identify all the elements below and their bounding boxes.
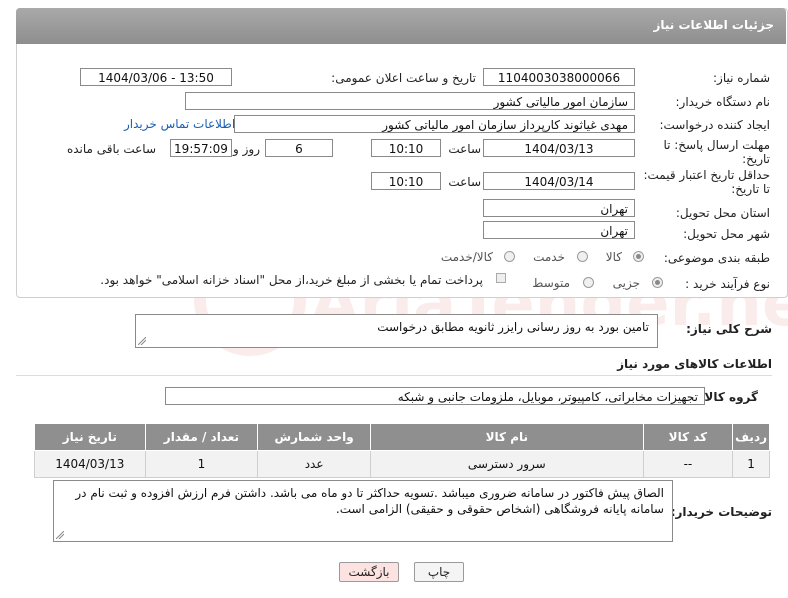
- buyer-notes-label: توضیحات خریدار:: [670, 505, 772, 519]
- buyer-contact-link[interactable]: اطلاعات تماس خریدار: [124, 117, 235, 131]
- deadline-time-label: ساعت: [448, 142, 481, 156]
- creator-field[interactable]: مهدی غیاثوند کارپرداز سازمان امور مالیات…: [234, 115, 635, 133]
- col-code: کد کالا: [642, 423, 734, 451]
- buyer-org-field[interactable]: سازمان امور مالیاتی کشور: [185, 92, 635, 110]
- city-label: شهر محل تحویل:: [683, 227, 770, 241]
- description-textarea[interactable]: تامین بورد به روز رسانی رایزر ثانویه مطا…: [135, 314, 658, 348]
- buyer-notes-textarea[interactable]: الصاق پیش فاکتور در سامانه ضروری میباشد …: [53, 480, 673, 542]
- col-qty: تعداد / مقدار: [144, 423, 259, 451]
- days-field[interactable]: 6: [265, 139, 333, 157]
- remaining-label: ساعت باقی مانده: [66, 142, 156, 156]
- category-service-label: خدمت: [533, 250, 565, 264]
- deadline-date-field[interactable]: 1404/03/13: [483, 139, 635, 157]
- description-label: شرح کلی نیاز:: [686, 322, 772, 336]
- goods-group-label: گروه کالا:: [699, 390, 758, 404]
- category-label: طبقه بندی موضوعی:: [663, 251, 770, 265]
- goods-table: ردیف کد کالا نام کالا واحد شمارش تعداد /…: [34, 423, 770, 478]
- col-unit: واحد شمارش: [257, 423, 371, 451]
- need-number-field[interactable]: 1104003038000066: [483, 68, 635, 86]
- process-medium-label: متوسط: [532, 276, 570, 290]
- goods-section-title: اطلاعات کالاهای مورد نیاز: [617, 357, 772, 371]
- resize-grip-icon[interactable]: [56, 531, 64, 539]
- back-button[interactable]: بازگشت: [339, 562, 399, 582]
- price-time-field[interactable]: 10:10: [371, 172, 441, 190]
- cell-code: --: [642, 450, 734, 478]
- buyer-org-label: نام دستگاه خریدار:: [675, 95, 771, 109]
- buyer-notes-line-2: سامانه پایانه فروشگاهی (اشخاص حقوقی و حق…: [335, 502, 664, 516]
- resize-grip-icon[interactable]: [138, 337, 146, 345]
- treasury-checkbox[interactable]: [496, 273, 506, 283]
- col-row: ردیف: [732, 423, 770, 451]
- cell-qty: 1: [144, 450, 259, 478]
- col-name: نام کالا: [369, 423, 644, 451]
- price-date-field[interactable]: 1404/03/14: [483, 172, 635, 190]
- process-minor-label: جزیی: [612, 276, 640, 290]
- process-radio-minor[interactable]: [652, 277, 663, 288]
- cell-date: 1404/03/13: [34, 450, 146, 478]
- price-validity-label: حداقل تاریخ اعتبار قیمت:: [643, 168, 770, 182]
- section-divider: [16, 375, 772, 376]
- process-label: نوع فرآیند خرید :: [685, 277, 770, 291]
- days-label: روز و: [233, 142, 260, 156]
- goods-table-header: ردیف کد کالا نام کالا واحد شمارش تعداد /…: [34, 423, 770, 451]
- category-goods-label: کالا: [605, 250, 622, 264]
- category-radio-service[interactable]: [577, 251, 588, 262]
- category-radio-both[interactable]: [504, 251, 515, 262]
- deadline-label-date: تاریخ:: [742, 152, 770, 166]
- print-button[interactable]: چاپ: [414, 562, 464, 582]
- panel-title: جزئیات اطلاعات نیاز: [653, 18, 774, 32]
- description-text: تامین بورد به روز رسانی رایزر ثانویه مطا…: [377, 320, 649, 334]
- category-both-label: کالا/خدمت: [440, 250, 493, 264]
- price-time-label: ساعت: [448, 175, 481, 189]
- cell-row: 1: [732, 450, 770, 478]
- province-label: استان محل تحویل:: [675, 206, 770, 220]
- deadline-time-field[interactable]: 10:10: [371, 139, 441, 157]
- province-field[interactable]: تهران: [483, 199, 635, 217]
- city-field[interactable]: تهران: [483, 221, 635, 239]
- table-row[interactable]: 1 -- سرور دسترسی عدد 1 1404/03/13: [34, 450, 770, 478]
- remaining-time-field[interactable]: 19:57:09: [170, 139, 232, 157]
- col-date: تاریخ نیاز: [34, 423, 146, 451]
- cell-unit: عدد: [257, 450, 371, 478]
- buyer-notes-line-1: الصاق پیش فاکتور در سامانه ضروری میباشد …: [75, 486, 664, 500]
- price-validity-label-date: تا تاریخ:: [731, 182, 770, 196]
- treasury-payment-note: پرداخت تمام یا بخشی از مبلغ خرید،از محل …: [100, 273, 483, 287]
- announce-label: تاریخ و ساعت اعلان عمومی:: [331, 71, 476, 85]
- need-number-label: شماره نیاز:: [713, 71, 770, 85]
- creator-label: ایجاد کننده درخواست:: [659, 118, 770, 132]
- cell-name: سرور دسترسی: [369, 450, 644, 478]
- category-radio-goods[interactable]: [633, 251, 644, 262]
- goods-group-field[interactable]: تجهیزات مخابراتی، کامپیوتر، موبایل، ملزو…: [165, 387, 705, 405]
- deadline-label: مهلت ارسال پاسخ: تا: [663, 138, 770, 152]
- announce-datetime-field[interactable]: 1404/03/06 - 13:50: [80, 68, 232, 86]
- process-radio-medium[interactable]: [583, 277, 594, 288]
